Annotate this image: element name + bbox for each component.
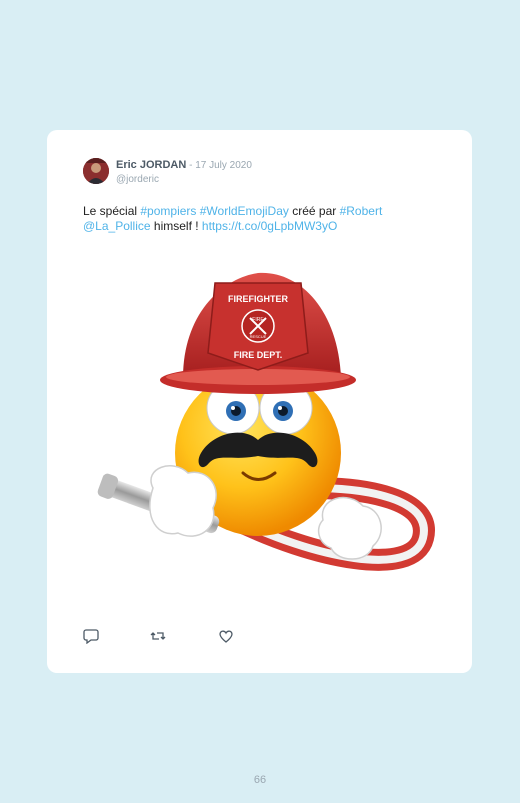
author-line: Eric JORDAN - 17 July 2020 (116, 159, 252, 171)
page-number: 66 (253, 774, 267, 786)
separator: - (186, 160, 196, 171)
text-segment: créé par (288, 204, 340, 218)
author-handle[interactable]: @jorderic (116, 174, 159, 185)
hashtag-pompiers[interactable]: #pompiers (140, 204, 196, 218)
tweet-link[interactable]: https://t.co/0gLpbMW3yO (202, 219, 337, 233)
mention-la-pollice[interactable]: @La_Pollice (83, 219, 151, 233)
author-name[interactable]: Eric JORDAN (116, 159, 186, 171)
avatar-image (83, 158, 109, 184)
avatar[interactable] (83, 158, 109, 184)
badge-text-bottom: RESCUE (250, 334, 267, 339)
badge-text-top: FIRE (252, 317, 264, 323)
tweet-text: Le spécial #pompiers #WorldEmojiDay créé… (83, 204, 443, 234)
tweet-card: Eric JORDAN - 17 July 2020 @jorderic Le … (47, 130, 472, 673)
helmet-text-top: FIREFIGHTER (228, 294, 288, 304)
tweet-actions (83, 628, 243, 645)
tweet-date[interactable]: 17 July 2020 (195, 160, 252, 171)
reply-icon[interactable] (83, 628, 99, 645)
retweet-icon[interactable] (150, 628, 166, 644)
tweet-image[interactable]: FIREFIGHTER FIRE RESCUE FIRE DEPT. (83, 258, 443, 588)
text-segment: himself ! (150, 219, 202, 233)
firefighter-emoji-image: FIREFIGHTER FIRE RESCUE FIRE DEPT. (97, 272, 435, 571)
hashtag-worldemojiday[interactable]: #WorldEmojiDay (200, 204, 289, 218)
text-segment: Le spécial (83, 204, 141, 218)
helmet-text-bottom: FIRE DEPT. (234, 350, 283, 360)
hashtag-robert[interactable]: #Robert (340, 204, 383, 218)
heart-icon[interactable] (218, 628, 234, 644)
